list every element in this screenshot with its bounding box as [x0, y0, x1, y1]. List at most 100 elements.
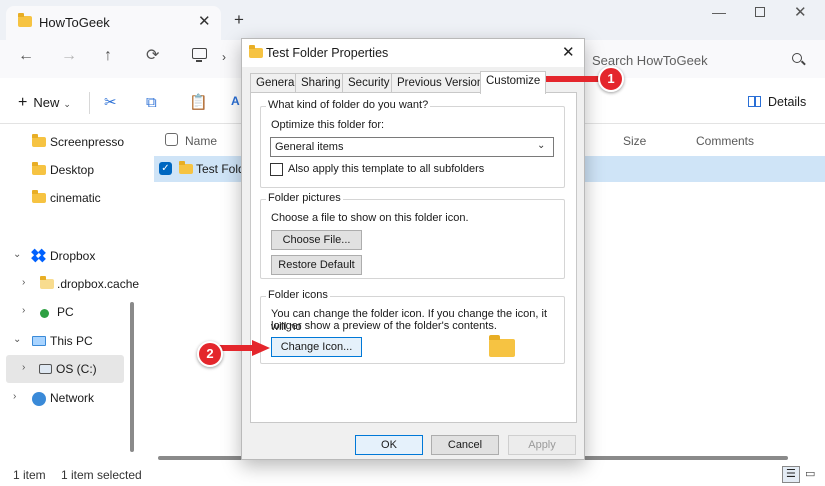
folder-pictures-group: Folder pictures Choose a file to show on… [260, 192, 565, 279]
status-bar: 1 item 1 item selected ▭ [0, 462, 825, 486]
tab-security[interactable]: Security [342, 73, 396, 93]
chevron-right-icon[interactable]: › [13, 391, 16, 402]
chevron-right-icon[interactable]: › [22, 277, 25, 288]
new-button[interactable]: + New ⌄ [18, 94, 71, 112]
folder-icon [249, 45, 263, 58]
sidebar-item-label: This PC [50, 334, 93, 348]
sidebar-item-label: PC [57, 305, 74, 319]
sidebar-item-this-pc[interactable]: ⌄ This PC [0, 327, 126, 355]
apply-to-subfolders-label[interactable]: Also apply this template to all subfolde… [288, 163, 484, 175]
dialog-tabs: General Sharing Security Previous Versio… [250, 71, 578, 94]
sidebar-item-network[interactable]: › Network [0, 384, 126, 412]
folder-pictures-text: Choose a file to show on this folder ico… [271, 212, 469, 224]
folder-preview-icon [489, 335, 515, 357]
chevron-down-icon: ⌄ [63, 99, 71, 109]
column-header-comments[interactable]: Comments [696, 134, 754, 148]
details-pane-button[interactable]: Details [748, 95, 806, 109]
item-count: 1 item [13, 468, 46, 482]
ok-button[interactable]: OK [355, 435, 423, 455]
column-header-name[interactable]: Name [185, 134, 217, 148]
refresh-button[interactable]: ⟳ [146, 48, 159, 64]
title-bar: HowToGeek ✕ + — ✕ [0, 0, 825, 40]
group-label: What kind of folder do you want? [266, 99, 431, 111]
tab-close-icon[interactable]: ✕ [198, 12, 211, 30]
new-tab-button[interactable]: + [234, 11, 244, 28]
sidebar-item-dropbox[interactable]: ⌄ Dropbox [0, 242, 126, 270]
sidebar-item-desktop[interactable]: Desktop [0, 156, 126, 184]
details-label: Details [768, 95, 807, 109]
annotation-badge-2: 2 [197, 341, 223, 367]
computer-icon [32, 336, 46, 346]
up-button[interactable]: ↑ [104, 48, 112, 64]
maximize-button[interactable] [755, 7, 765, 17]
details-view-button[interactable] [782, 466, 800, 483]
folder-icons-text-line-2: longer show a preview of the folder's co… [271, 320, 497, 332]
forward-button[interactable]: → [61, 48, 77, 64]
rename-icon[interactable]: A [231, 95, 240, 107]
drive-icon [39, 364, 52, 374]
annotation-badge-1: 1 [598, 66, 624, 92]
sync-status-icon [40, 309, 49, 318]
tab-sharing[interactable]: Sharing [295, 73, 347, 93]
folder-icon [18, 13, 32, 27]
folder-icon [40, 276, 54, 289]
row-checkbox[interactable]: ✓ [159, 162, 172, 175]
select-all-checkbox[interactable] [165, 133, 178, 146]
cut-icon[interactable]: ✂ [104, 95, 117, 110]
dialog-close-button[interactable]: ✕ [562, 43, 575, 61]
chevron-down-icon[interactable]: ⌄ [13, 334, 21, 345]
sidebar-item-dropbox-cache[interactable]: › .dropbox.cache [0, 270, 139, 298]
tiles-view-icon[interactable]: ▭ [805, 467, 819, 481]
search-icon[interactable] [792, 53, 802, 63]
sidebar-item-label: .dropbox.cache [57, 277, 140, 291]
sidebar-item-screenpresso[interactable]: Screenpresso [0, 128, 126, 156]
sidebar-item-cinematic[interactable]: cinematic [0, 184, 126, 212]
tab-customize[interactable]: Customize [480, 71, 547, 94]
chevron-down-icon[interactable]: ⌄ [13, 249, 21, 260]
folder-type-group: What kind of folder do you want? Optimiz… [260, 99, 565, 188]
this-pc-icon[interactable] [192, 48, 207, 62]
sidebar-item-label: Network [50, 391, 95, 405]
plus-icon: + [18, 94, 28, 111]
change-icon-button[interactable]: Change Icon... [271, 337, 362, 357]
sidebar-item-label: Dropbox [50, 249, 96, 263]
folder-icons-group: Folder icons You can change the folder i… [260, 289, 565, 364]
copy-icon[interactable]: ⧉ [146, 95, 157, 110]
customize-panel: What kind of folder do you want? Optimiz… [250, 92, 577, 423]
apply-to-subfolders-checkbox[interactable] [270, 163, 283, 176]
group-label: Folder pictures [266, 192, 343, 204]
paste-icon[interactable]: 📋 [189, 95, 208, 110]
folder-icon [179, 161, 193, 174]
chevron-down-icon: ⌄ [537, 140, 546, 151]
chevron-right-icon[interactable]: › [22, 362, 25, 373]
explorer-tab[interactable]: HowToGeek ✕ [6, 6, 221, 40]
sidebar-item-label: Desktop [50, 163, 95, 177]
chevron-right-icon[interactable]: › [22, 305, 25, 316]
selection-status: 1 item selected [61, 468, 142, 482]
sidebar-item-pc[interactable]: › PC [0, 298, 126, 326]
cancel-button[interactable]: Cancel [431, 435, 499, 455]
dialog-title: Test Folder Properties [266, 46, 389, 60]
column-header-size[interactable]: Size [623, 134, 646, 148]
group-label: Folder icons [266, 289, 330, 301]
back-button[interactable]: ← [18, 48, 34, 64]
apply-button[interactable]: Apply [508, 435, 576, 455]
sidebar-item-label: Screenpresso [50, 135, 125, 149]
optimize-label: Optimize this folder for: [271, 119, 385, 131]
close-window-button[interactable]: ✕ [794, 3, 807, 21]
folder-icon [32, 162, 46, 175]
breadcrumb-chevron-icon[interactable]: › [222, 50, 226, 64]
toolbar-divider [89, 92, 90, 114]
sidebar-item-os-c[interactable]: › OS (C:) [6, 355, 124, 383]
folder-properties-dialog: Test Folder Properties ✕ General Sharing… [241, 38, 585, 460]
network-icon [32, 392, 46, 406]
choose-file-button[interactable]: Choose File... [271, 230, 362, 250]
sidebar-scrollbar[interactable] [130, 302, 134, 452]
sidebar-item-label: cinematic [50, 191, 101, 205]
restore-default-button[interactable]: Restore Default [271, 255, 362, 275]
folder-type-select[interactable]: General items ⌄ [270, 137, 554, 157]
minimize-button[interactable]: — [712, 4, 726, 20]
folder-icon [32, 134, 46, 147]
folder-icon [32, 190, 46, 203]
tab-title: HowToGeek [39, 15, 110, 30]
